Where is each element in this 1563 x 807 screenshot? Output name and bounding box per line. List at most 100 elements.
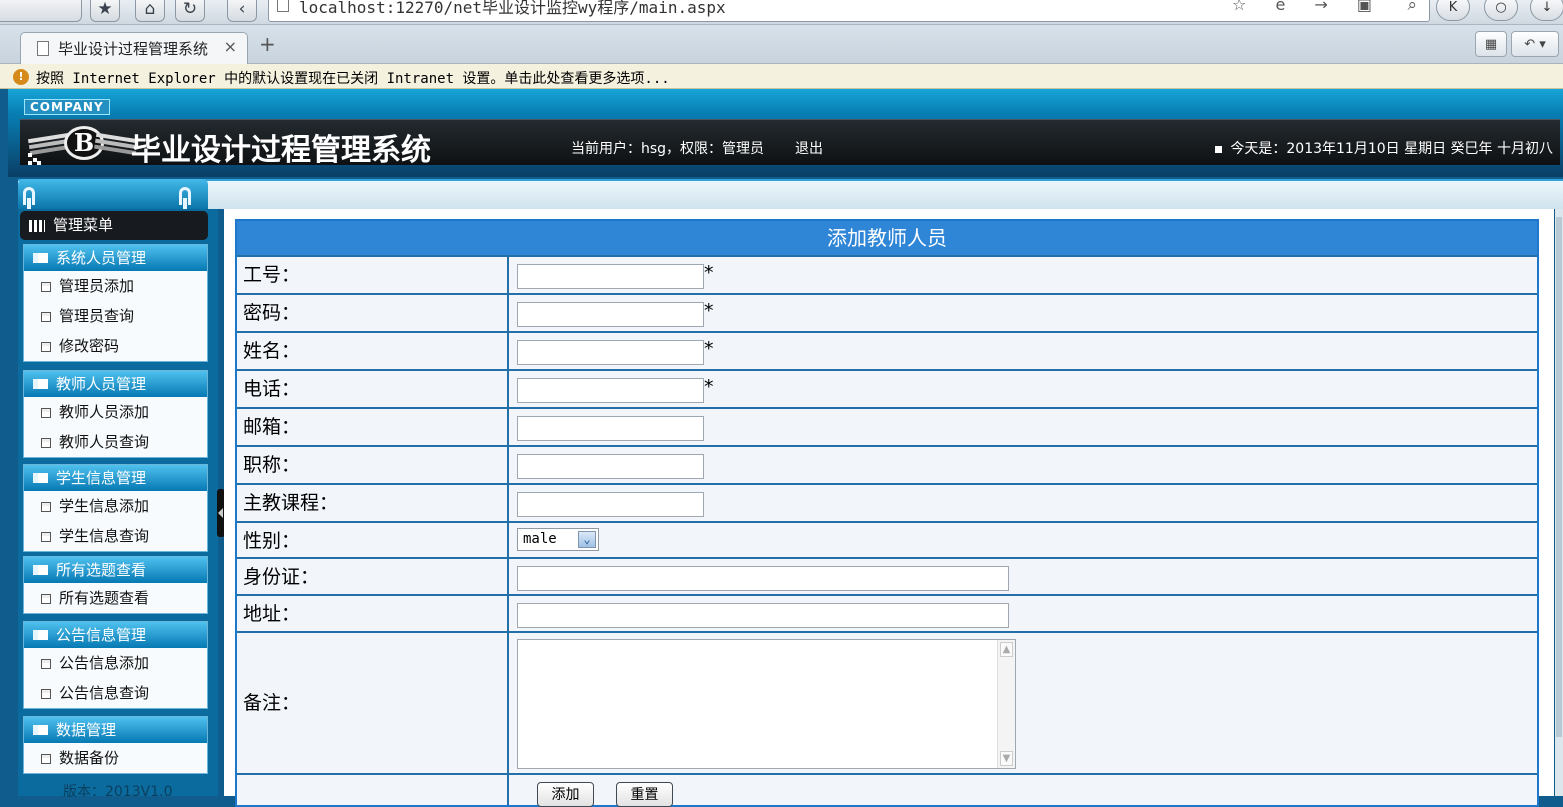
field-cell: * <box>511 371 1537 407</box>
id-card-input[interactable] <box>517 566 1009 591</box>
required-marker: * <box>704 262 714 284</box>
gonghao-input[interactable] <box>517 264 704 289</box>
reset-button[interactable]: 重置 <box>616 782 673 807</box>
chevron-down-icon[interactable]: ⌄ <box>578 531 596 548</box>
menu-item-student-add[interactable]: 学生信息添加 <box>24 491 207 521</box>
home-icon[interactable]: ⌂ <box>135 0 165 22</box>
logout-link[interactable]: 退出 <box>795 138 823 158</box>
undo-icon[interactable]: ↶ ▾ <box>1511 31 1559 57</box>
favorites-icon[interactable]: ★ <box>90 0 120 22</box>
form-row-dizhi: 地址： <box>237 594 1537 631</box>
section-title-teacher-staff[interactable]: 教师人员管理 <box>24 371 207 397</box>
infobar-message[interactable]: 按照 Internet Explorer 中的默认设置现在已关闭 Intrane… <box>36 68 670 88</box>
main-course-input[interactable] <box>517 492 704 517</box>
field-label: 邮箱： <box>237 409 509 445</box>
refresh-icon[interactable]: ↻ <box>175 0 205 22</box>
section-teacher-staff: 教师人员管理 教师人员添加 教师人员查询 <box>23 370 208 458</box>
section-title-announcements[interactable]: 公告信息管理 <box>24 622 207 648</box>
form-row-youxiang: 邮箱： <box>237 407 1537 445</box>
menu-item-announcement-query[interactable]: 公告信息查询 <box>24 678 207 708</box>
scroll-up-icon[interactable]: ▲ <box>1000 642 1013 657</box>
section-title-all-topics[interactable]: 所有选题查看 <box>24 557 207 583</box>
sidebar-header <box>18 179 208 214</box>
form-row-xingming: 姓名： * <box>237 331 1537 369</box>
form-row-mima: 密码： * <box>237 293 1537 331</box>
browser-toolbar: ★ ⌂ ↻ ‹ localhost:12270/net毕业设计监控wy程序/ma… <box>0 0 1563 25</box>
menu-item-label: 所有选题查看 <box>59 589 150 607</box>
close-tab-icon[interactable]: × <box>224 37 237 56</box>
download-icon[interactable]: ↓ <box>1530 0 1563 21</box>
back-icon[interactable]: ‹ <box>227 0 257 22</box>
section-label: 学生信息管理 <box>56 469 147 487</box>
address-bar[interactable]: localhost:12270/net毕业设计监控wy程序/main.aspx … <box>268 0 1430 22</box>
menu-item-all-topics[interactable]: 所有选题查看 <box>24 583 207 613</box>
title-input[interactable] <box>517 454 704 479</box>
extension-icon[interactable]: ○ <box>1484 0 1518 21</box>
winged-b-logo: B <box>27 122 139 164</box>
field-label: 姓名： <box>237 333 509 369</box>
section-announcements: 公告信息管理 公告信息添加 公告信息查询 <box>23 621 208 709</box>
remarks-textarea[interactable]: ▲ ▼ <box>517 639 1016 769</box>
section-title-student-info[interactable]: 学生信息管理 <box>24 465 207 491</box>
field-cell <box>511 409 1537 445</box>
page-icon <box>41 689 51 699</box>
email-input[interactable] <box>517 416 704 441</box>
scroll-down-icon[interactable]: ▼ <box>1000 751 1013 766</box>
section-title-data-management[interactable]: 数据管理 <box>24 717 207 743</box>
profile-icon[interactable]: K <box>1436 0 1470 21</box>
tab-title: 毕业设计过程管理系统 <box>58 40 209 58</box>
field-cell <box>511 559 1537 594</box>
name-input[interactable] <box>517 340 704 365</box>
menu-item-student-query[interactable]: 学生信息查询 <box>24 521 207 551</box>
book-icon <box>33 725 48 735</box>
required-marker: * <box>704 300 714 322</box>
menu-item-admin-add[interactable]: 管理员添加 <box>24 271 207 301</box>
field-cell <box>511 485 1537 521</box>
menu-item-label: 修改密码 <box>59 337 120 355</box>
application-frame: COMPANY B 毕业设计过程管理系统 当前用户：hsg，权限：管理员 退出 … <box>8 89 1563 807</box>
section-label: 数据管理 <box>56 721 117 739</box>
page-icon <box>277 0 289 12</box>
date-text: 今天是：2013年11月10日 星期日 癸巳年 十月初八 <box>1230 141 1553 157</box>
menu-item-teacher-add[interactable]: 教师人员添加 <box>24 397 207 427</box>
active-tab[interactable]: 毕业设计过程管理系统 × <box>20 32 248 64</box>
book-icon <box>33 253 48 263</box>
menu-item-change-password[interactable]: 修改密码 <box>24 331 207 361</box>
menu-item-admin-query[interactable]: 管理员查询 <box>24 301 207 331</box>
add-button[interactable]: 添加 <box>537 782 594 807</box>
section-title-system-staff[interactable]: 系统人员管理 <box>24 245 207 271</box>
search-icon[interactable]: ⌕ <box>1407 0 1417 15</box>
page-scroll-thumb[interactable] <box>1556 217 1562 737</box>
page-scrollbar[interactable] <box>1555 209 1563 796</box>
grid-icon[interactable]: ▦ <box>1475 31 1507 57</box>
form-row-dianhua: 电话： * <box>237 369 1537 407</box>
gender-select[interactable]: male ⌄ <box>517 528 599 551</box>
address-tool-icons[interactable]: ☆ e → ▣ <box>1232 0 1384 14</box>
password-input[interactable] <box>517 302 704 327</box>
field-label: 主教课程： <box>237 485 509 521</box>
address-input[interactable] <box>517 603 1009 628</box>
current-user-info: 当前用户：hsg，权限：管理员 <box>571 141 765 157</box>
required-marker: * <box>704 338 714 360</box>
section-label: 公告信息管理 <box>56 626 147 644</box>
textarea-scrollbar[interactable]: ▲ ▼ <box>997 640 1015 768</box>
page-icon <box>41 754 51 764</box>
warning-icon: ! <box>13 69 29 85</box>
field-cell: male ⌄ <box>511 523 1537 557</box>
back-forward-pill[interactable] <box>0 0 82 22</box>
field-cell <box>511 447 1537 483</box>
menu-item-announcement-add[interactable]: 公告信息添加 <box>24 648 207 678</box>
field-cell: * <box>511 333 1537 369</box>
page-icon <box>41 282 51 292</box>
menu-item-teacher-query[interactable]: 教师人员查询 <box>24 427 207 457</box>
book-icon <box>33 379 48 389</box>
address-text[interactable]: localhost:12270/net毕业设计监控wy程序/main.aspx <box>299 0 726 18</box>
menu-item-label: 公告信息查询 <box>59 684 150 702</box>
book-icon <box>33 630 48 640</box>
security-infobar[interactable]: ! 按照 Internet Explorer 中的默认设置现在已关闭 Intra… <box>0 64 1563 89</box>
menu-item-data-backup[interactable]: 数据备份 <box>24 743 207 773</box>
page-icon <box>41 532 51 542</box>
content-area: 添加教师人员 工号： * 密码： * 姓名： * 电话： * 邮箱： 职称： 主… <box>224 209 1554 807</box>
phone-input[interactable] <box>517 378 704 403</box>
new-tab-button[interactable]: + <box>259 32 276 56</box>
